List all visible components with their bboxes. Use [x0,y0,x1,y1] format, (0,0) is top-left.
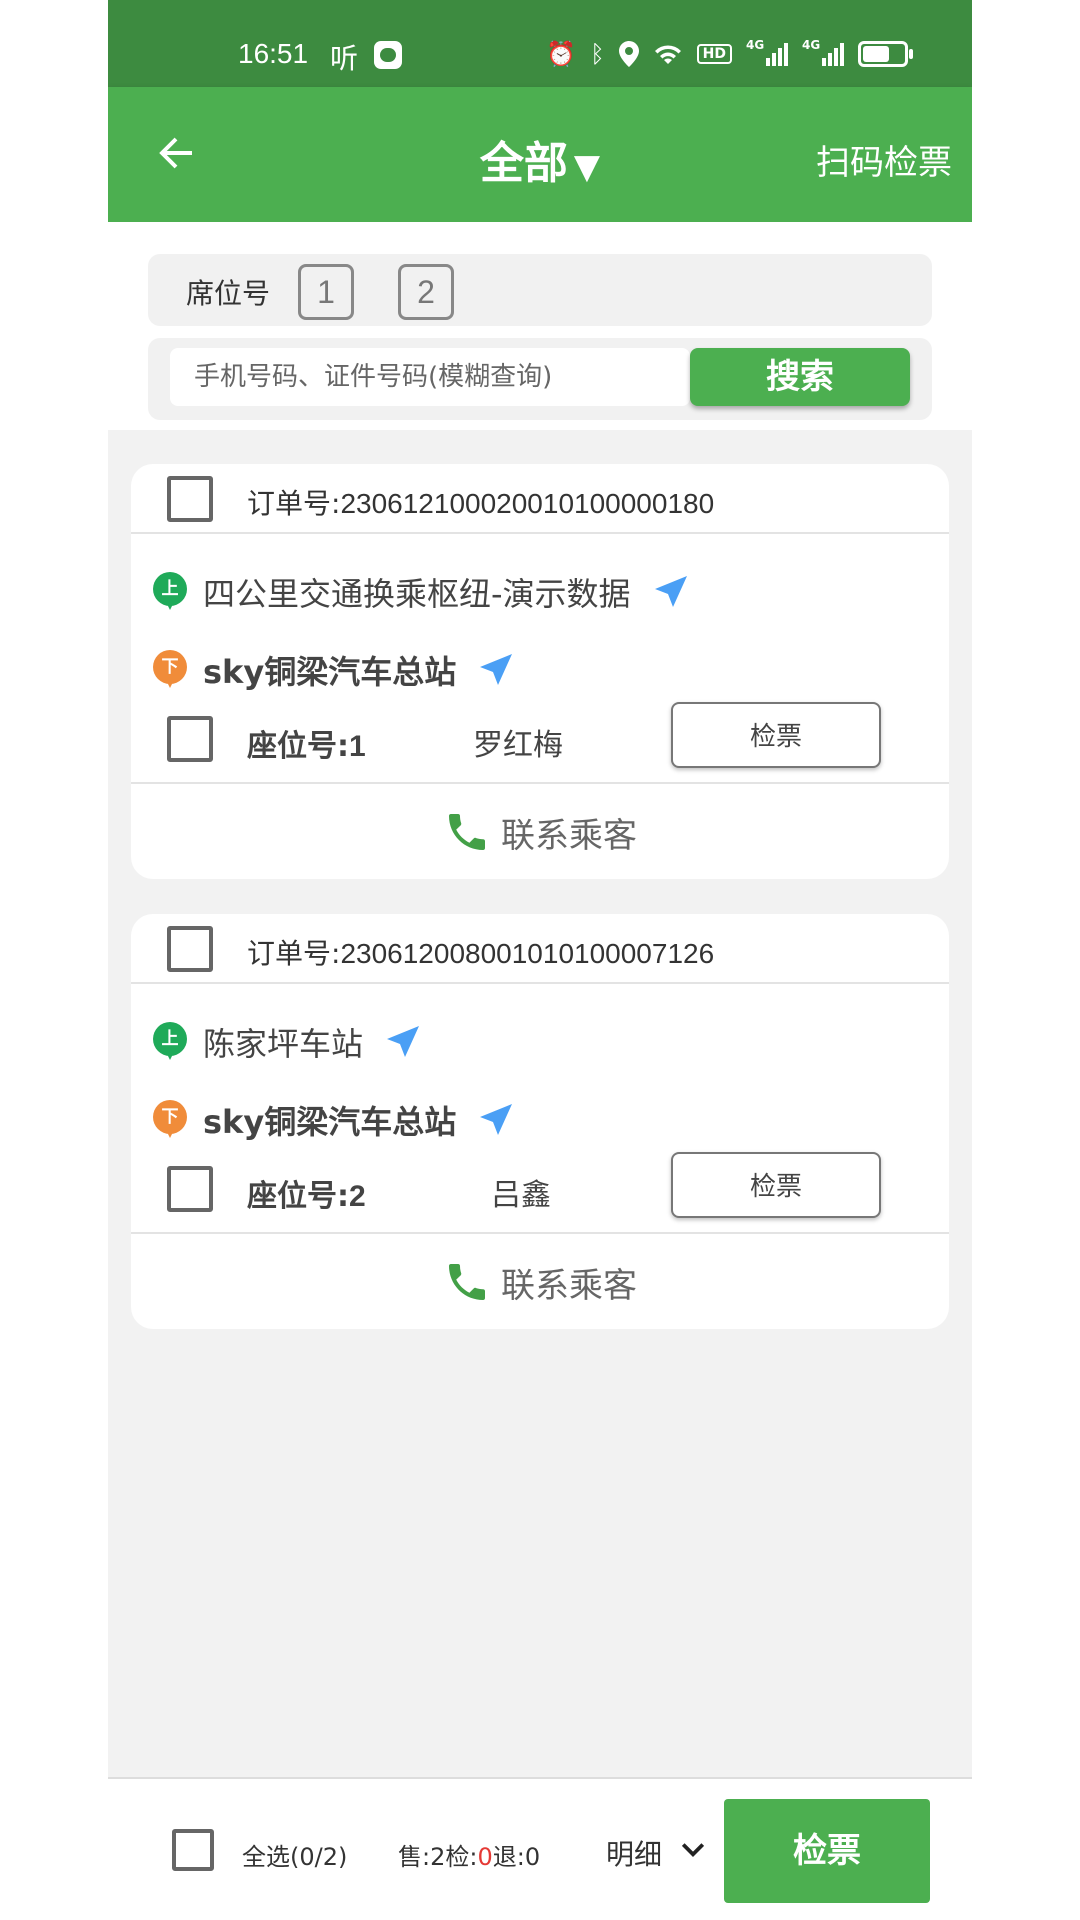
boarding-stop-name: 四公里交通换乘枢纽-演示数据 [203,575,631,613]
alighting-pin-icon: 下 [153,1100,189,1140]
search-input[interactable] [170,348,690,406]
contact-passenger-button[interactable]: 联系乘客 [131,782,949,880]
alighting-stop-name: sky铜梁汽车总站 [203,1103,457,1141]
navigation-arrow-icon[interactable] [478,1102,514,1138]
signal-icon-1: 4G [746,38,788,66]
alarm-icon: ⏰ [546,40,577,68]
search-bar: 搜索 [148,338,932,420]
filter-area: 席位号 1 2 搜索 [108,222,972,430]
passenger-name: 罗红梅 [473,728,563,763]
phone-screen: 16:51 听 ⏰ ᛒ HD 4G 4G 全部 ▼ 扫码检票 席位号 1 2 手… [108,0,972,1920]
alighting-pin-icon: 下 [153,650,189,690]
order-header: 订单号:230612008001010100007126 [131,914,949,984]
check-ticket-button[interactable]: 检票 [671,702,881,768]
seat-chip-1[interactable]: 1 [298,264,354,320]
wifi-icon [654,45,681,64]
hd-icon: HD [696,44,732,64]
bluetooth-icon: ᛒ [590,40,605,68]
navigation-arrow-icon[interactable] [385,1024,421,1060]
seat-chip-2[interactable]: 2 [398,264,454,320]
app-bar: 全部 ▼ 扫码检票 [108,87,972,222]
scan-ticket-button[interactable]: 扫码检票 [816,135,952,184]
passenger-name: 吕鑫 [491,1178,551,1213]
search-button[interactable]: 搜索 [690,348,910,406]
battery-icon [858,41,913,67]
alighting-stop: 下 sky铜梁汽车总站 [153,645,514,695]
seat-number: 座位号:2 [247,1179,366,1214]
navigation-arrow-icon[interactable] [478,652,514,688]
dropdown-caret-icon: ▼ [573,147,601,187]
chevron-down-icon[interactable] [680,1837,706,1863]
passenger-checkbox[interactable] [167,1166,213,1212]
status-bar: 16:51 听 ⏰ ᛒ HD 4G 4G [108,0,972,87]
detail-toggle[interactable]: 明细 [606,1833,662,1873]
battery-level [863,46,889,62]
boarding-pin-icon: 上 [153,1022,189,1062]
boarding-stop: 上 四公里交通换乘枢纽-演示数据 [153,567,689,617]
seat-number: 座位号:1 [247,729,366,764]
navigation-arrow-icon[interactable] [653,574,689,610]
contact-passenger-label: 联系乘客 [501,1265,637,1306]
status-icons: ⏰ ᛒ HD 4G 4G [546,36,913,72]
location-icon [618,41,639,67]
seat-filter-bar: 席位号 1 2 [148,254,932,326]
order-header: 订单号:230612100020010100000180 [131,464,949,534]
boarding-stop-name: 陈家坪车站 [203,1025,364,1063]
batch-check-button[interactable]: 检票 [724,1799,930,1903]
ticket-stats: 售:2检:0退:0 [398,1843,541,1871]
status-time: 16:51 [238,38,309,69]
order-checkbox[interactable] [167,926,213,972]
alighting-stop-name: sky铜梁汽车总站 [203,653,457,691]
check-ticket-button[interactable]: 检票 [671,1152,881,1218]
alighting-stop: 下 sky铜梁汽车总站 [153,1095,514,1145]
contact-passenger-button[interactable]: 联系乘客 [131,1232,949,1330]
order-card: 订单号:230612008001010100007126 上 陈家坪车站 下 s… [131,914,949,1329]
phone-icon [449,814,485,850]
page-title: 全部 [479,138,568,189]
seat-filter-label: 席位号 [186,277,271,310]
order-number: 订单号:230612100020010100000180 [247,487,715,520]
order-number: 订单号:230612008001010100007126 [247,937,715,970]
contact-passenger-label: 联系乘客 [501,815,637,856]
phone-icon [449,1264,485,1300]
ting-app-icon: 听 [330,42,359,75]
boarding-pin-icon: 上 [153,572,189,612]
select-all-checkbox[interactable] [172,1829,214,1871]
select-all-label: 全选(0/2) [242,1843,348,1871]
order-card: 订单号:230612100020010100000180 上 四公里交通换乘枢纽… [131,464,949,879]
signal-icon-2: 4G [802,38,844,66]
order-checkbox[interactable] [167,476,213,522]
message-app-icon [374,41,402,69]
passenger-checkbox[interactable] [167,716,213,762]
bottom-action-bar: 全选(0/2) 售:2检:0退:0 明细 检票 [108,1777,972,1920]
boarding-stop: 上 陈家坪车站 [153,1017,421,1067]
